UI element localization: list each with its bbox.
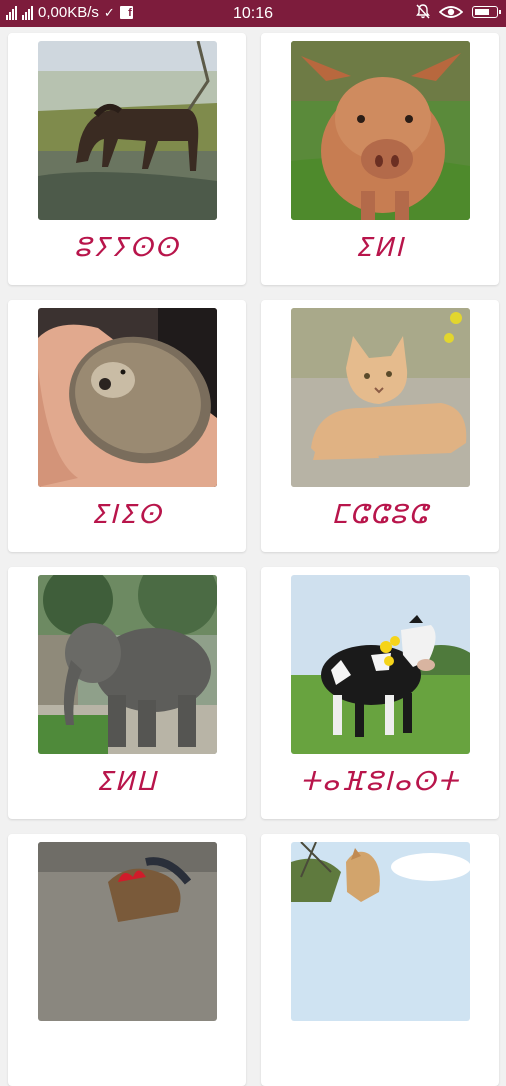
animal-grid: ⵓⵢⵢⵙⵙ ⵉⵍⵏ ⵉⵏⵉⵙ ⵎⵛⵛⵓⵛ ⵉⵍⵡ ⵜⴰⴼⵓⵏⴰⵙⵜ <box>0 27 506 1086</box>
camel-image <box>291 842 470 1021</box>
animal-label-pig: ⵉⵍⵏ <box>355 233 405 263</box>
status-right <box>416 4 501 19</box>
cow-image <box>291 575 470 754</box>
animal-label-hedgehog: ⵉⵏⵉⵙ <box>91 500 163 530</box>
animal-card-horse[interactable]: ⵓⵢⵢⵙⵙ <box>8 33 246 285</box>
animal-card-cow[interactable]: ⵜⴰⴼⵓⵏⴰⵙⵜ <box>261 567 499 819</box>
rooster-image <box>38 842 217 1021</box>
animal-label-cow: ⵜⴰⴼⵓⵏⴰⵙⵜ <box>300 767 460 797</box>
animal-card-elephant[interactable]: ⵉⵍⵡ <box>8 567 246 819</box>
battery-icon <box>472 5 501 18</box>
battery-fill <box>475 8 489 15</box>
animal-card-pig[interactable]: ⵉⵍⵏ <box>261 33 499 285</box>
animal-label-elephant: ⵉⵍⵡ <box>96 767 158 797</box>
animal-card-cat[interactable]: ⵎⵛⵛⵓⵛ <box>261 300 499 552</box>
animal-card-rooster[interactable] <box>8 834 246 1086</box>
notification-off-icon <box>416 4 430 19</box>
pig-image <box>291 41 470 220</box>
eye-icon <box>439 5 463 18</box>
animal-label-horse: ⵓⵢⵢⵙⵙ <box>74 233 180 263</box>
animal-card-hedgehog[interactable]: ⵉⵏⵉⵙ <box>8 300 246 552</box>
animal-card-camel[interactable] <box>261 834 499 1086</box>
horse-image <box>38 41 217 220</box>
cat-image <box>291 308 470 487</box>
elephant-image <box>38 575 217 754</box>
animal-label-cat: ⵎⵛⵛⵓⵛ <box>331 500 429 530</box>
hedgehog-image <box>38 308 217 487</box>
status-bar: 0,00KB/s ✓ f 10:16 <box>0 0 506 27</box>
